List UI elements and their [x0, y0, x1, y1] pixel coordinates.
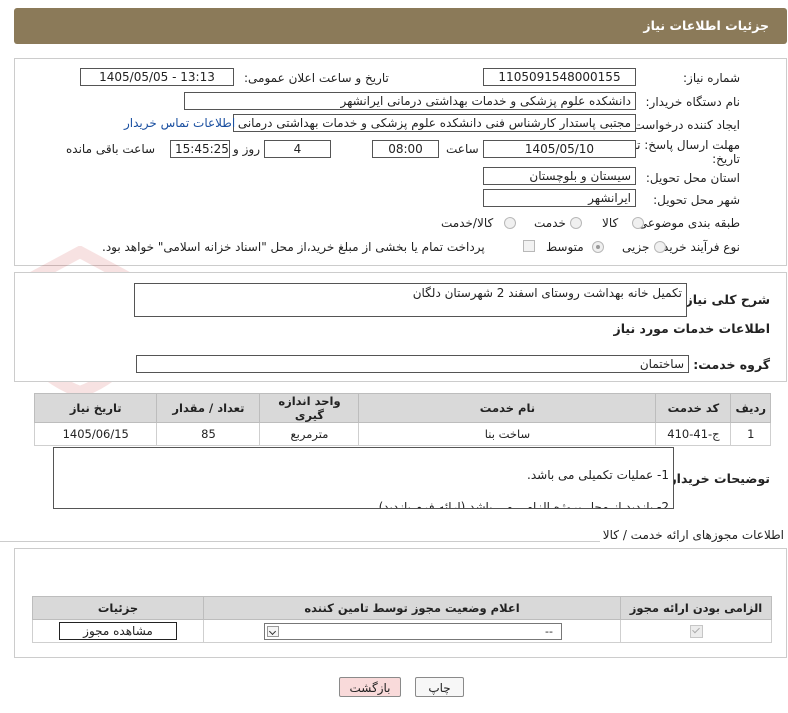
permits-divider — [0, 541, 600, 542]
view-permit-button[interactable]: مشاهده مجوز — [59, 622, 177, 640]
permit-status-select[interactable]: -- — [264, 622, 562, 640]
announce-datetime-field[interactable]: 1405/05/05 - 13:13 — [80, 68, 234, 86]
category-label: طبقه بندی موضوعی: — [633, 216, 740, 230]
page-header: جزئیات اطلاعات نیاز — [14, 8, 787, 44]
requester-field[interactable]: مجتبی پاستدار کارشناس فنی دانشکده علوم پ… — [233, 114, 636, 132]
permit-required-checkbox — [689, 625, 703, 638]
buyer-notes-label: توضیحات خریدار: — [664, 471, 770, 486]
cell-need-date: 1405/06/15 — [33, 422, 158, 446]
deadline-time-label: ساعت — [446, 142, 479, 156]
page-title: جزئیات اطلاعات نیاز — [643, 18, 769, 33]
th-row: ردیف — [730, 393, 771, 423]
cell-row: 1 — [730, 422, 771, 446]
th-permit-required: الزامی بودن ارائه مجوز — [620, 596, 772, 620]
need-number-field[interactable]: 1105091548000155 — [483, 68, 636, 86]
th-permit-status: اعلام وضعیت مجوز توسط تامین کننده — [203, 596, 621, 620]
process-option-minor: جزیی — [622, 240, 650, 254]
category-radio-goods[interactable] — [632, 217, 644, 229]
permits-table: الزامی بودن ارائه مجوز اعلام وضعیت مجوز … — [32, 596, 772, 643]
process-radio-minor[interactable] — [654, 241, 666, 253]
cell-quantity: 85 — [156, 422, 261, 446]
remaining-days-field[interactable]: 4 — [264, 140, 331, 158]
permits-table-header: الزامی بودن ارائه مجوز اعلام وضعیت مجوز … — [32, 596, 772, 620]
th-need-date: تاریخ نیاز — [33, 393, 158, 423]
category-radio-goods-service[interactable] — [504, 217, 516, 229]
process-type-label: نوع فرآیند خرید : — [655, 240, 740, 254]
city-label: شهر محل تحویل: — [653, 193, 740, 207]
th-permit-details: جزئیات — [32, 596, 204, 620]
cell-service-name: ساخت بنا — [358, 422, 657, 446]
buyer-org-label: نام دستگاه خریدار: — [645, 95, 741, 109]
cell-unit: مترمربع — [259, 422, 360, 446]
summary-textarea[interactable]: تکمیل خانه بهداشت روستای اسفند 2 شهرستان… — [134, 283, 687, 317]
cell-permit-details: مشاهده مجوز — [32, 619, 204, 643]
category-radio-service[interactable] — [570, 217, 582, 229]
province-label: استان محل تحویل: — [645, 171, 740, 185]
requester-label: ایجاد کننده درخواست: — [629, 118, 740, 132]
announce-datetime-label: تاریخ و ساعت اعلان عمومی: — [244, 71, 389, 85]
need-number-label: شماره نیاز: — [683, 71, 740, 85]
city-field[interactable]: ایرانشهر — [483, 189, 636, 207]
table-row: -- مشاهده مجوز — [32, 619, 772, 643]
category-option-service: خدمت — [534, 216, 566, 230]
summary-label: شرح کلی نیاز: — [680, 292, 770, 307]
remaining-days-label: روز و — [233, 142, 260, 156]
back-button[interactable]: بازگشت — [339, 677, 401, 697]
remaining-time-label: ساعت باقی مانده — [66, 142, 156, 156]
service-group-label: گروه خدمت: — [693, 357, 770, 372]
services-section-title: اطلاعات خدمات مورد نیاز — [613, 321, 771, 336]
category-option-goods: کالا — [602, 216, 619, 230]
th-unit: واحد اندازه گیری — [259, 393, 360, 423]
th-quantity: تعداد / مقدار — [156, 393, 261, 423]
process-radio-medium[interactable] — [592, 241, 604, 253]
category-option-goods-service: کالا/خدمت — [441, 216, 494, 230]
cell-permit-required — [620, 619, 772, 643]
buyer-contact-link[interactable]: اطلاعات تماس خریدار — [124, 116, 235, 130]
treasury-checkbox[interactable] — [523, 240, 535, 252]
process-option-medium: متوسط — [546, 240, 584, 254]
province-field[interactable]: سیستان و بلوچستان — [483, 167, 636, 185]
remaining-time-field[interactable]: 15:45:25 — [170, 140, 230, 158]
th-service-name: نام خدمت — [358, 393, 657, 423]
deadline-date-field[interactable]: 1405/05/10 — [483, 140, 636, 158]
deadline-time-field[interactable]: 08:00 — [372, 140, 439, 158]
permit-status-value: -- — [545, 624, 553, 638]
buyer-org-field[interactable]: دانشکده علوم پزشکی و خدمات بهداشتی درمان… — [184, 92, 636, 110]
chevron-down-icon — [267, 625, 279, 637]
print-button[interactable]: چاپ — [415, 677, 464, 697]
buyer-notes-line-2: 2- بازدید از محل پروژه الزامی می باشد.(ا… — [378, 500, 669, 509]
service-group-field[interactable]: ساختمان — [136, 355, 689, 373]
permits-section-title: اطلاعات مجوزهای ارائه خدمت / کالا — [602, 528, 784, 542]
buyer-notes-line-1: 1- عملیات تکمیلی می باشد. — [527, 468, 669, 482]
buyer-notes-textarea[interactable]: 1- عملیات تکمیلی می باشد. 2- بازدید از م… — [53, 447, 674, 509]
table-row: 1 ج-41-410 ساخت بنا مترمربع 85 1405/06/1… — [33, 422, 771, 446]
deadline-label-line1: مهلت ارسال پاسخ: تا — [633, 138, 740, 152]
cell-service-code: ج-41-410 — [655, 422, 732, 446]
th-service-code: کد خدمت — [655, 393, 732, 423]
check-icon — [691, 625, 700, 634]
deadline-label-line2: تاریخ: — [712, 152, 740, 166]
need-info-panel — [14, 58, 787, 266]
cell-permit-status: -- — [203, 619, 621, 643]
services-table: ردیف کد خدمت نام خدمت واحد اندازه گیری ت… — [33, 393, 771, 446]
services-table-header: ردیف کد خدمت نام خدمت واحد اندازه گیری ت… — [33, 393, 771, 423]
treasury-note: پرداخت تمام یا بخشی از مبلغ خرید،از محل … — [102, 240, 485, 254]
